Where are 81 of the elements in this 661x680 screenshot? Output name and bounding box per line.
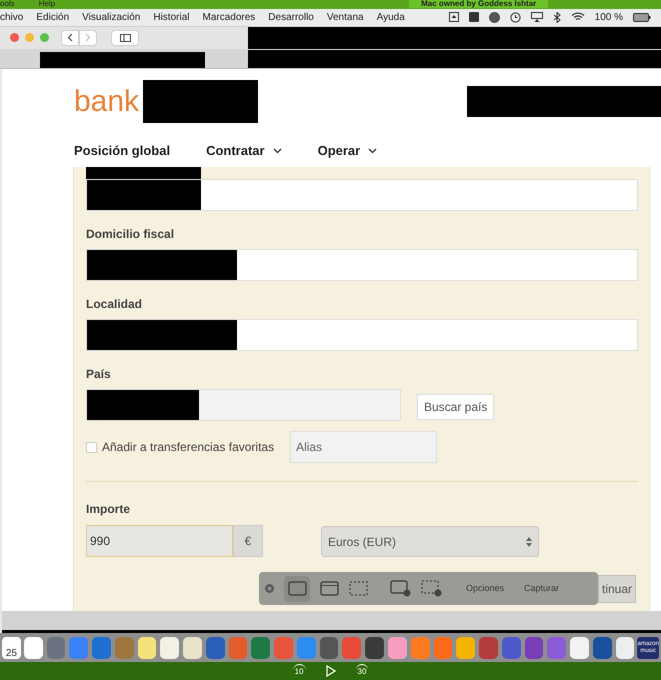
capture-button[interactable]: Capturar bbox=[524, 582, 560, 596]
select-arrows-icon bbox=[526, 536, 532, 547]
app-icon[interactable] bbox=[479, 636, 498, 659]
forward-button[interactable]: 30 bbox=[356, 664, 368, 678]
app-icon[interactable] bbox=[46, 636, 66, 659]
continue-button[interactable]: tinuar bbox=[598, 574, 636, 603]
menu-item[interactable]: Desarrollo bbox=[268, 10, 314, 25]
field-label: Domicilio fiscal bbox=[86, 226, 176, 244]
nav-menu-item[interactable]: Operar bbox=[318, 140, 378, 160]
search-country-button[interactable]: Buscar país bbox=[417, 394, 494, 420]
eject-icon[interactable] bbox=[448, 12, 459, 22]
app-icon[interactable] bbox=[592, 636, 612, 659]
menu-item[interactable]: Historial bbox=[153, 10, 190, 25]
menu-item[interactable]: Help bbox=[38, 0, 56, 8]
app-icon[interactable] bbox=[502, 636, 521, 659]
app-icon[interactable] bbox=[183, 636, 202, 659]
checkbox[interactable] bbox=[86, 442, 97, 453]
app-icon[interactable] bbox=[320, 636, 338, 659]
app-icon[interactable] bbox=[616, 636, 634, 659]
capture-screen-button[interactable] bbox=[284, 576, 310, 602]
amount-field[interactable]: 990 bbox=[86, 524, 233, 557]
chevron-right-icon bbox=[85, 33, 91, 42]
text-field[interactable] bbox=[86, 249, 638, 282]
sidebar-icon bbox=[120, 34, 130, 42]
app-icon[interactable] bbox=[160, 636, 180, 659]
country-field[interactable] bbox=[86, 389, 401, 422]
disc-icon[interactable] bbox=[488, 12, 500, 23]
app-icon[interactable] bbox=[138, 636, 156, 659]
app-status-icon[interactable] bbox=[468, 12, 479, 22]
clock-icon[interactable] bbox=[510, 12, 521, 23]
nav-menu-item[interactable]: Posición global bbox=[74, 140, 170, 160]
app-icon[interactable] bbox=[206, 636, 225, 659]
field-label: País bbox=[86, 366, 112, 384]
zoom-window-button[interactable] bbox=[40, 33, 49, 42]
app-icon[interactable] bbox=[570, 636, 589, 659]
chevron-down-icon bbox=[272, 148, 282, 154]
app-icon[interactable] bbox=[24, 636, 43, 659]
menu-item[interactable]: Ayuda bbox=[376, 10, 405, 25]
field-label: Localidad bbox=[86, 296, 144, 314]
menu-item[interactable]: Ventana bbox=[326, 10, 364, 25]
screen-icon bbox=[288, 581, 306, 596]
play-icon[interactable] bbox=[326, 665, 336, 678]
nav-menu-item[interactable]: Contratar bbox=[206, 140, 282, 160]
screen-mirror-icon[interactable] bbox=[530, 12, 543, 22]
close-icon[interactable] bbox=[265, 584, 274, 594]
field-label: Importe bbox=[86, 501, 132, 518]
chevron-left-icon bbox=[67, 33, 73, 42]
window-icon[interactable] bbox=[320, 581, 339, 596]
app-icon[interactable] bbox=[388, 636, 407, 659]
window-label: Mac owned by Goddess Ishtar bbox=[409, 0, 548, 8]
app-icon[interactable] bbox=[365, 636, 384, 659]
app-icon[interactable] bbox=[524, 636, 544, 659]
sidebar-button[interactable] bbox=[111, 30, 139, 46]
menu-item[interactable]: Visualización bbox=[82, 10, 140, 25]
text-field[interactable] bbox=[86, 319, 638, 352]
alias-field[interactable]: Alias bbox=[290, 431, 438, 464]
record-selection-icon[interactable] bbox=[421, 580, 442, 598]
minimize-window-button[interactable] bbox=[25, 33, 34, 42]
checkbox-label: Añadir a transferencias favoritas bbox=[102, 439, 274, 456]
battery-icon[interactable] bbox=[633, 12, 651, 22]
app-icon[interactable] bbox=[92, 636, 111, 659]
selection-icon[interactable] bbox=[349, 581, 368, 596]
menu-item[interactable]: chivo bbox=[0, 10, 24, 25]
currency-select[interactable]: Euros (EUR) bbox=[321, 526, 539, 558]
options-menu[interactable]: Opciones bbox=[466, 582, 504, 596]
text-field[interactable] bbox=[86, 179, 638, 212]
back-button[interactable] bbox=[61, 30, 79, 46]
rewind-button[interactable]: 10 bbox=[292, 664, 306, 678]
chevron-down-icon bbox=[368, 148, 378, 154]
close-window-button[interactable] bbox=[10, 33, 19, 42]
menu-item[interactable]: ools bbox=[0, 0, 15, 8]
menu-item[interactable]: Edición bbox=[36, 10, 70, 25]
app-icon[interactable] bbox=[456, 636, 476, 659]
bluetooth-icon[interactable] bbox=[552, 12, 561, 23]
calendar-app-icon[interactable]: 25 bbox=[2, 636, 21, 659]
record-screen-icon[interactable] bbox=[390, 580, 411, 598]
battery-percentage: 100 % bbox=[594, 10, 623, 25]
menu-item[interactable]: Marcadores bbox=[202, 10, 256, 25]
currency-symbol-addon: € bbox=[233, 524, 263, 557]
wifi-icon[interactable] bbox=[570, 12, 585, 22]
app-icon[interactable] bbox=[251, 636, 270, 659]
